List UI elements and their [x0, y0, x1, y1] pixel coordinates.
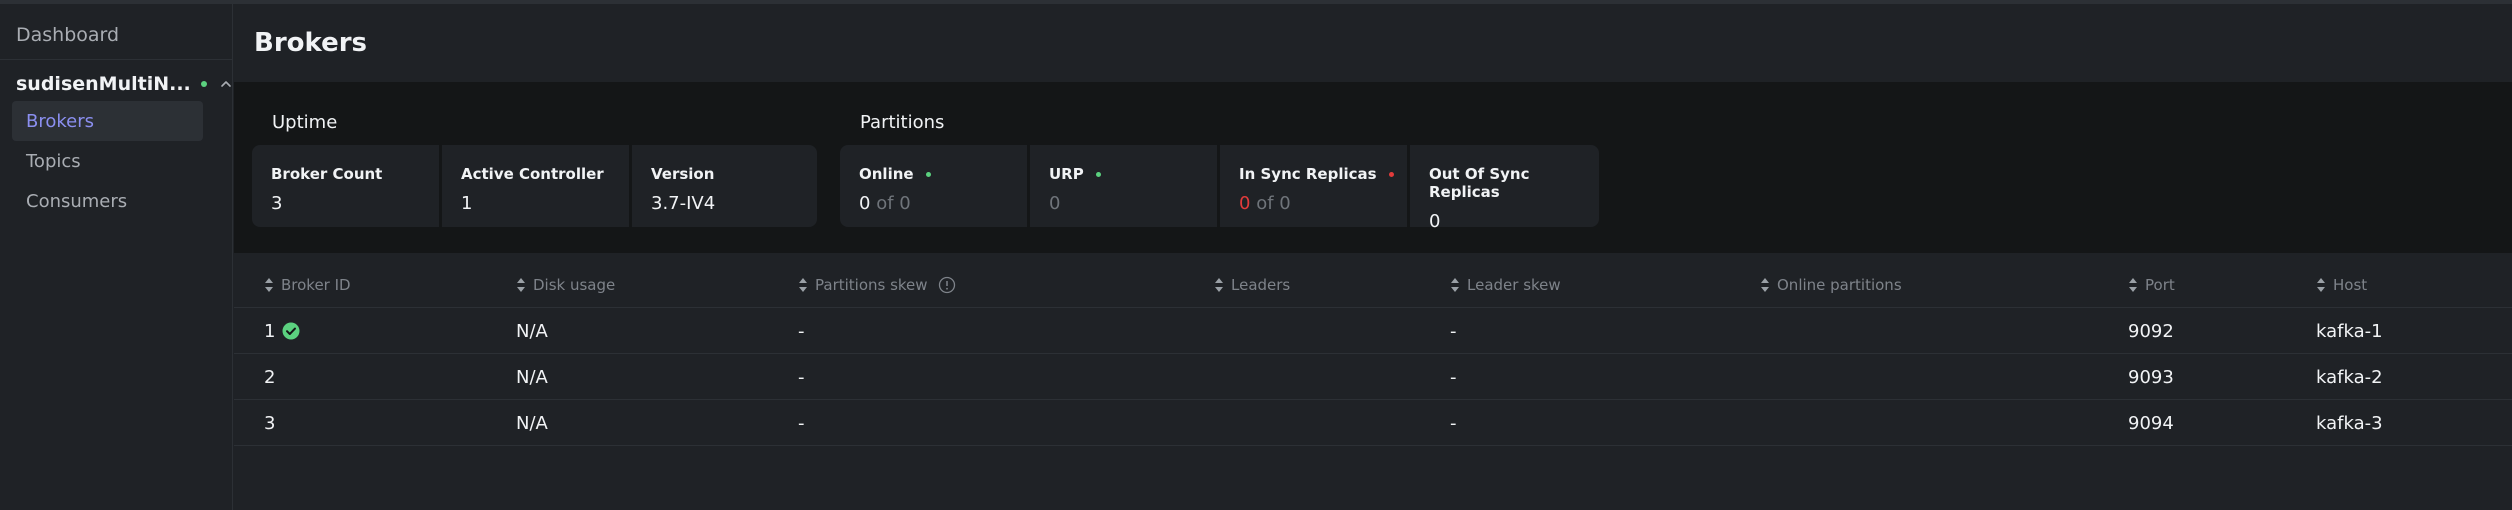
broker-id-cell: 2 [264, 366, 276, 388]
table-row[interactable]: 1 N/A - - 9092 kafka-1 [234, 308, 2512, 354]
sidebar-item-consumers[interactable]: Consumers [12, 181, 203, 221]
broker-id-cell: 1 [264, 308, 300, 354]
column-label: Broker ID [281, 276, 351, 294]
card-value-row: 0 of 0 [1239, 193, 1407, 214]
chevron-up-icon[interactable] [217, 75, 235, 93]
card-label-row: In Sync Replicas [1239, 165, 1407, 183]
card-value: 0 [1049, 193, 1061, 214]
sort-icon [2317, 278, 2325, 292]
sort-icon [1761, 278, 1769, 292]
column-label: Partitions skew [815, 276, 928, 294]
card-label: Out Of Sync Replicas [1429, 165, 1530, 201]
card-label: Active Controller [461, 165, 604, 183]
main-content: Brokers Uptime Broker Count 3 Active Con… [234, 4, 2512, 510]
card-value: 0 [1429, 211, 1441, 232]
port-cell: 9092 [2128, 320, 2174, 342]
card-value: 0 [859, 193, 871, 214]
stats-band: Uptime Broker Count 3 Active Controller … [234, 82, 2512, 253]
page-title: Brokers [254, 28, 368, 58]
leader-skew-cell: - [1450, 320, 1457, 342]
urp-card: URP 0 [1030, 145, 1217, 227]
info-icon[interactable] [938, 276, 956, 294]
port-cell: 9093 [2128, 366, 2174, 388]
column-header-leaders[interactable]: Leaders [1214, 262, 1290, 308]
card-label: Version [651, 165, 715, 183]
sort-icon [1215, 278, 1223, 292]
uptime-title: Uptime [272, 112, 338, 133]
partitions-skew-cell: - [798, 412, 805, 434]
cluster-name: sudisenMultiN... [16, 73, 191, 95]
disk-usage-cell: N/A [516, 366, 548, 388]
column-header-broker-id[interactable]: Broker ID [264, 262, 351, 308]
column-header-port[interactable]: Port [2128, 262, 2175, 308]
card-value-row: 0 of 0 [859, 193, 1027, 214]
card-value: 3 [271, 193, 283, 214]
card-value: 1 [461, 193, 473, 214]
card-value-total: of 0 [1256, 193, 1291, 214]
column-header-partitions-skew[interactable]: Partitions skew [798, 262, 956, 308]
column-label: Host [2333, 276, 2368, 294]
column-label: Disk usage [533, 276, 616, 294]
card-value-total: of 0 [876, 193, 911, 214]
table-header: Broker ID Disk usage Partitions skew Lea… [234, 262, 2512, 308]
host-cell: kafka-1 [2316, 320, 2383, 342]
column-label: Leaders [1231, 276, 1291, 294]
online-card: Online 0 of 0 [840, 145, 1027, 227]
card-value: 3.7-IV4 [651, 193, 716, 214]
sort-icon [2129, 278, 2137, 292]
card-label: Broker Count [271, 165, 383, 183]
host-cell: kafka-3 [2316, 412, 2383, 434]
leader-skew-cell: - [1450, 366, 1457, 388]
table-row[interactable]: 2 N/A - - 9093 kafka-2 [234, 354, 2512, 400]
sort-icon [517, 278, 525, 292]
sort-icon [1451, 278, 1459, 292]
cluster-toggle[interactable]: sudisenMultiN... [16, 70, 235, 98]
card-label: In Sync Replicas [1239, 165, 1377, 183]
status-dot [1095, 171, 1101, 177]
column-label: Leader skew [1467, 276, 1561, 294]
brokers-table: Broker ID Disk usage Partitions skew Lea… [234, 262, 2512, 446]
leader-skew-cell: - [1450, 412, 1457, 434]
check-circle-icon [282, 322, 300, 340]
broker-id-cell: 3 [264, 412, 276, 434]
column-header-disk-usage[interactable]: Disk usage [516, 262, 615, 308]
column-header-online-partitions[interactable]: Online partitions [1760, 262, 1902, 308]
out-of-sync-replicas-card: Out Of Sync Replicas 0 [1410, 145, 1599, 232]
partitions-skew-cell: - [798, 320, 805, 342]
disk-usage-cell: N/A [516, 320, 548, 342]
sidebar-item-topics[interactable]: Topics [12, 141, 203, 181]
column-label: Online partitions [1777, 276, 1902, 294]
partitions-skew-cell: - [798, 366, 805, 388]
in-sync-replicas-card: In Sync Replicas 0 of 0 [1220, 145, 1407, 227]
sort-icon [265, 278, 273, 292]
port-cell: 9094 [2128, 412, 2174, 434]
column-label: Port [2145, 276, 2175, 294]
column-header-host[interactable]: Host [2316, 262, 2367, 308]
table-row[interactable]: 3 N/A - - 9094 kafka-3 [234, 400, 2512, 446]
sidebar-item-brokers[interactable]: Brokers [12, 101, 203, 141]
card-label-row: URP [1049, 165, 1217, 183]
card-label-row: Online [859, 165, 1027, 183]
broker-id: 1 [264, 320, 276, 342]
sort-icon [799, 278, 807, 292]
card-value: 0 [1239, 193, 1251, 214]
card-label: URP [1049, 165, 1084, 183]
partitions-title: Partitions [860, 112, 945, 133]
sidebar-dashboard-link[interactable]: Dashboard [16, 24, 119, 46]
broker-count-card: Broker Count 3 [252, 145, 439, 227]
status-dot [925, 171, 931, 177]
version-card: Version 3.7-IV4 [632, 145, 817, 227]
host-cell: kafka-2 [2316, 366, 2383, 388]
card-label: Online [859, 165, 914, 183]
sidebar-divider [0, 59, 233, 60]
column-header-leader-skew[interactable]: Leader skew [1450, 262, 1561, 308]
status-dot [1388, 171, 1394, 177]
active-controller-card: Active Controller 1 [442, 145, 629, 227]
disk-usage-cell: N/A [516, 412, 548, 434]
cluster-status-dot [200, 81, 207, 87]
sidebar: Dashboard sudisenMultiN... Brokers Topic… [0, 4, 233, 510]
